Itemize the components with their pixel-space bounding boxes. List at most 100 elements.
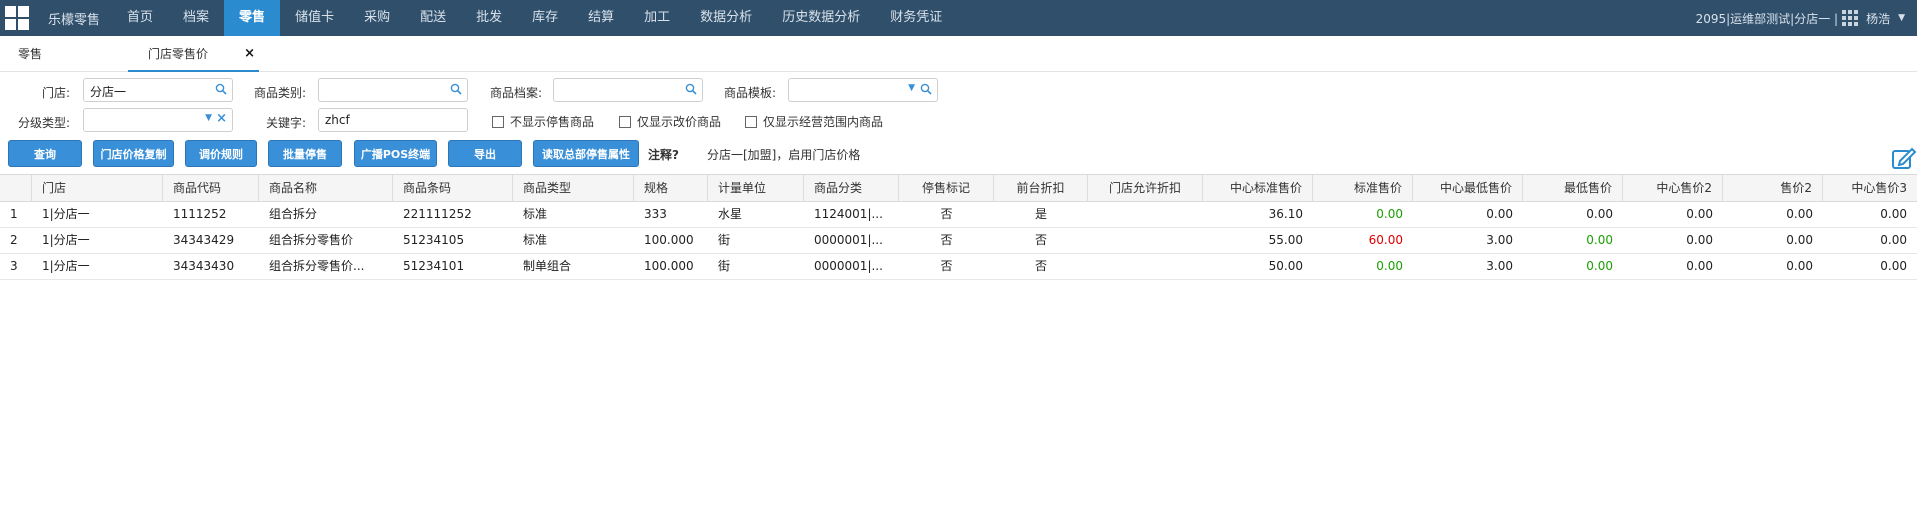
col-header[interactable]: 计量单位 — [708, 175, 804, 202]
user-area: 2095|运维部测试|分店一 | 杨浩 ▼ — [1696, 0, 1917, 36]
col-header[interactable]: 中心标准售价 — [1203, 175, 1313, 202]
col-header[interactable]: 规格 — [634, 175, 708, 202]
fetch-hq-stop-button[interactable]: 读取总部停售属性 — [533, 140, 639, 167]
cell-center-price2: 0.00 — [1686, 207, 1713, 221]
price-rule-button[interactable]: 调价规则 — [185, 140, 257, 167]
cell-store-allow-discount[interactable] — [1088, 228, 1203, 253]
col-header[interactable]: 中心售价3 — [1823, 175, 1917, 202]
nav-item-home[interactable]: 首页 — [112, 0, 168, 36]
nav-item-history-analysis[interactable]: 历史数据分析 — [767, 0, 875, 36]
category-input[interactable] — [318, 78, 468, 102]
copy-price-button[interactable]: 门店价格复制 — [93, 140, 174, 167]
user-name[interactable]: 杨浩 — [1866, 10, 1890, 27]
table-row[interactable]: 1 1|分店一 1111252 组合拆分 221111252 标准 333 水星… — [0, 202, 1917, 228]
dropdown-arrow-icon[interactable]: ▼ — [205, 113, 212, 123]
tab-retail[interactable]: 零售 — [18, 36, 42, 72]
col-header[interactable]: 最低售价 — [1523, 175, 1623, 202]
app-logo-icon[interactable] — [0, 0, 34, 36]
cell-category: 1124001|... — [814, 207, 883, 221]
archive-input[interactable] — [553, 78, 703, 102]
clear-icon[interactable]: × — [216, 111, 227, 126]
col-header[interactable]: 商品条码 — [393, 175, 513, 202]
col-header[interactable]: 标准售价 — [1313, 175, 1413, 202]
template-select[interactable]: ▼ — [788, 78, 938, 102]
checkbox[interactable] — [619, 115, 631, 128]
search-icon[interactable] — [920, 83, 932, 95]
nav-item-distribution[interactable]: 配送 — [405, 0, 461, 36]
col-header[interactable]: 商品名称 — [259, 175, 393, 202]
col-header[interactable]: 商品分类 — [804, 175, 899, 202]
keyword-label: 关键字: — [265, 116, 306, 130]
col-header[interactable]: 门店 — [32, 175, 163, 202]
cell-front-discount[interactable]: 是 — [994, 202, 1088, 227]
cell-center-std-price: 50.00 — [1268, 259, 1303, 273]
cell-stop-flag[interactable]: 否 — [899, 254, 994, 279]
cell-std-price[interactable]: 0.00 — [1313, 202, 1413, 227]
store-value: 分店一 — [90, 85, 127, 99]
cell-min-price[interactable]: 0.00 — [1523, 228, 1623, 253]
note-label[interactable]: 注释? — [648, 146, 679, 163]
cell-front-discount[interactable]: 否 — [994, 254, 1088, 279]
cell-price2[interactable]: 0.00 — [1723, 228, 1823, 253]
nav-item-settlement[interactable]: 结算 — [573, 0, 629, 36]
col-header[interactable]: 商品代码 — [163, 175, 259, 202]
chk-only-range[interactable]: 仅显示经营范围内商品 — [745, 113, 883, 130]
cell-store-allow-discount[interactable] — [1088, 202, 1203, 227]
checkbox[interactable] — [745, 115, 757, 128]
nav-item-stored-value-card[interactable]: 储值卡 — [280, 0, 349, 36]
cell-center-price2: 0.00 — [1686, 259, 1713, 273]
query-button[interactable]: 查询 — [8, 140, 82, 167]
level-type-select[interactable]: ▼ × — [83, 108, 233, 132]
chk-hide-stopped-label: 不显示停售商品 — [510, 115, 595, 129]
export-button[interactable]: 导出 — [448, 140, 522, 167]
keyword-input[interactable]: zhcf — [318, 108, 468, 132]
checkbox[interactable] — [492, 115, 504, 128]
cell-min-price[interactable]: 0.00 — [1523, 254, 1623, 279]
apps-grid-icon[interactable] — [1842, 10, 1859, 26]
cell-price2[interactable]: 0.00 — [1723, 254, 1823, 279]
batch-stop-button[interactable]: 批量停售 — [268, 140, 342, 167]
col-header[interactable]: 前台折扣 — [994, 175, 1088, 202]
dropdown-arrow-icon[interactable]: ▼ — [908, 83, 915, 93]
chk-hide-stopped[interactable]: 不显示停售商品 — [492, 113, 594, 130]
nav-item-wholesale[interactable]: 批发 — [461, 0, 517, 36]
cell-store-allow-discount[interactable] — [1088, 254, 1203, 279]
cell-name: 组合拆分零售价... — [269, 259, 365, 273]
cell-spec: 333 — [644, 207, 667, 221]
cell-category: 0000001|... — [814, 233, 883, 247]
nav-item-purchase[interactable]: 采购 — [349, 0, 405, 36]
col-header[interactable]: 中心最低售价 — [1413, 175, 1523, 202]
nav-item-data-analysis[interactable]: 数据分析 — [685, 0, 767, 36]
nav-item-processing[interactable]: 加工 — [629, 0, 685, 36]
search-icon[interactable] — [685, 83, 697, 95]
cell-min-price[interactable]: 0.00 — [1523, 202, 1623, 227]
edit-icon[interactable] — [1891, 146, 1917, 170]
search-icon[interactable] — [215, 83, 227, 95]
col-header[interactable]: 中心售价2 — [1623, 175, 1723, 202]
cell-stop-flag[interactable]: 否 — [899, 228, 994, 253]
nav-item-retail[interactable]: 零售 — [224, 0, 281, 36]
chk-only-changed[interactable]: 仅显示改价商品 — [619, 113, 721, 130]
cell-std-price[interactable]: 0.00 — [1313, 254, 1413, 279]
brand-name[interactable]: 乐檬零售 — [34, 9, 112, 28]
col-header[interactable]: 门店允许折扣 — [1088, 175, 1203, 202]
cell-price2[interactable]: 0.00 — [1723, 202, 1823, 227]
nav-item-finance-voucher[interactable]: 财务凭证 — [875, 0, 957, 36]
store-input[interactable]: 分店一 — [83, 78, 233, 102]
nav-item-archive[interactable]: 档案 — [168, 0, 224, 36]
cell-center-price2: 0.00 — [1686, 233, 1713, 247]
cell-front-discount[interactable]: 否 — [994, 228, 1088, 253]
chevron-down-icon[interactable]: ▼ — [1898, 13, 1905, 23]
col-header[interactable]: 商品类型 — [513, 175, 634, 202]
cell-std-price[interactable]: 60.00 — [1313, 228, 1413, 253]
tab-store-price[interactable]: 门店零售价 × — [128, 36, 259, 72]
search-icon[interactable] — [450, 83, 462, 95]
broadcast-pos-button[interactable]: 广播POS终端 — [354, 140, 437, 167]
nav-item-inventory[interactable]: 库存 — [517, 0, 573, 36]
table-row[interactable]: 2 1|分店一 34343429 组合拆分零售价 51234105 标准 100… — [0, 228, 1917, 254]
close-icon[interactable]: × — [244, 36, 255, 72]
col-header[interactable]: 售价2 — [1723, 175, 1823, 202]
col-header[interactable]: 停售标记 — [899, 175, 994, 202]
cell-stop-flag[interactable]: 否 — [899, 202, 994, 227]
table-row[interactable]: 3 1|分店一 34343430 组合拆分零售价... 51234101 制单组… — [0, 254, 1917, 280]
